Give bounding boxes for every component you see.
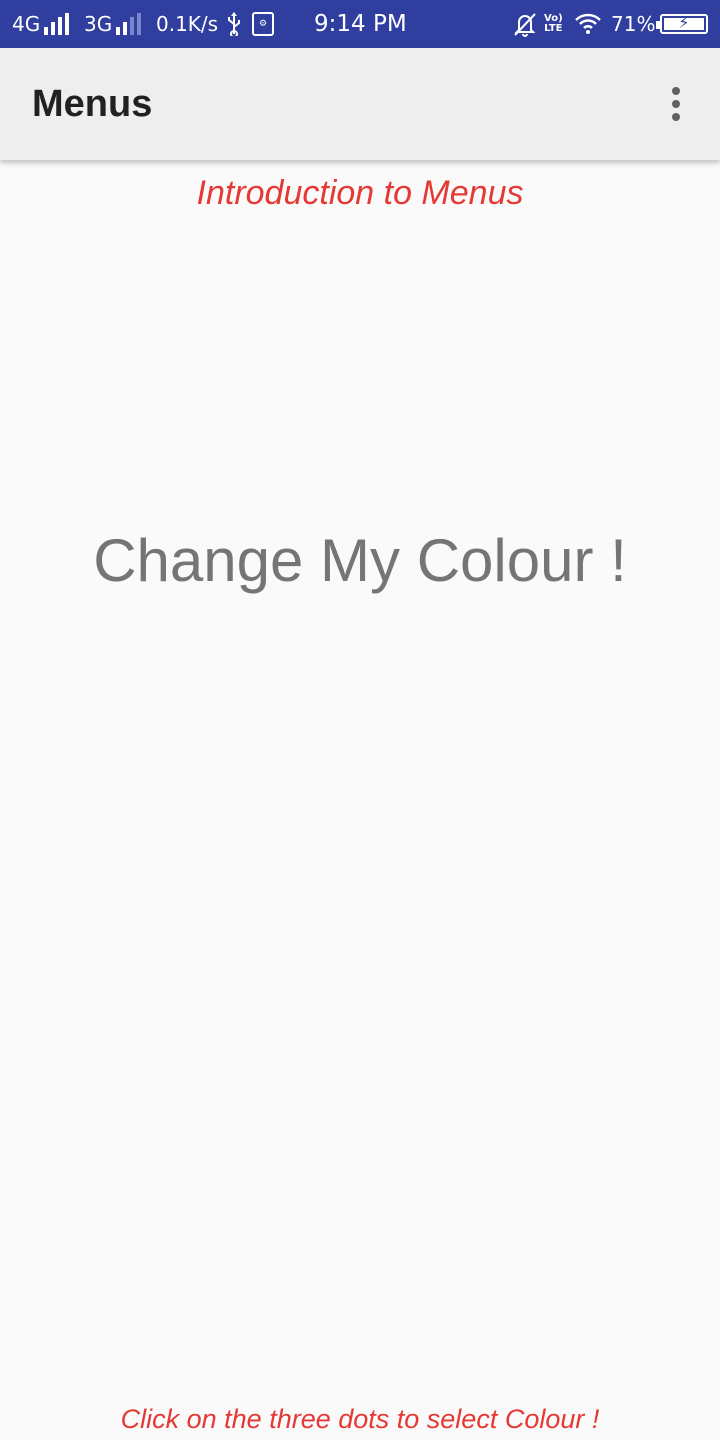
network-4g-label: 4G: [12, 12, 41, 36]
battery-charging-icon: ⚡: [656, 0, 708, 48]
battery-percent: 71%: [611, 12, 656, 36]
usb-icon: [226, 0, 242, 48]
network-4g-indicator: 4G: [12, 0, 70, 48]
signal-icon: [44, 13, 70, 35]
network-speed: 0.1K/s: [156, 12, 219, 36]
app-notification-icon: ⚙: [252, 0, 274, 48]
change-colour-text: Change My Colour !: [93, 527, 627, 594]
volte-bottom-label: LTE: [544, 23, 563, 34]
status-time: 9:14 PM: [314, 11, 407, 37]
status-bar: 4G 3G 0.1K/s ⚙ 9:14 PM Vo) LTE 71% ⚡: [0, 0, 720, 48]
signal-icon: [116, 13, 142, 35]
hint-text: Click on the three dots to select Colour…: [120, 1404, 600, 1434]
app-bar: Menus: [0, 48, 720, 160]
wifi-icon: [574, 0, 602, 48]
more-vertical-icon[interactable]: [652, 72, 700, 136]
network-3g-indicator: 3G: [84, 0, 142, 48]
intro-text: Introduction to Menus: [196, 174, 524, 212]
volte-icon: Vo) LTE: [544, 0, 563, 48]
network-3g-label: 3G: [84, 12, 113, 36]
muted-bell-icon: [512, 0, 538, 48]
app-title: Menus: [32, 82, 153, 125]
